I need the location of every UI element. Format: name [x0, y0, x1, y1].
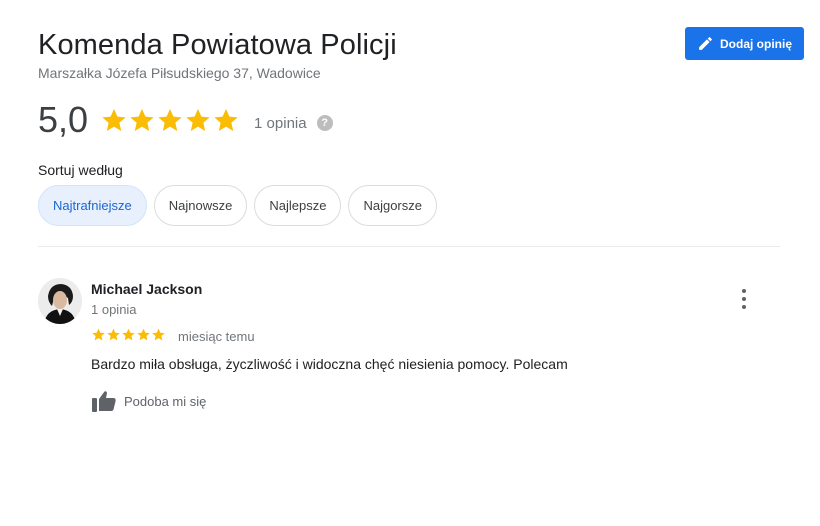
sort-chip-best[interactable]: Najlepsze	[254, 185, 342, 226]
review-count: 1 opinia	[254, 114, 307, 132]
sort-chip-newest[interactable]: Najnowsze	[153, 185, 248, 226]
star-icon	[186, 108, 210, 131]
more-vertical-icon[interactable]	[736, 288, 752, 310]
pencil-icon	[699, 37, 712, 50]
divider	[38, 246, 780, 247]
sort-chip-relevant[interactable]: Najtrafniejsze	[38, 185, 147, 226]
star-icon	[158, 108, 182, 131]
like-label: Podoba mi się	[124, 393, 207, 409]
sort-label: Sortuj według	[38, 162, 123, 178]
place-address: Marszałka Józefa Piłsudskiego 37, Wadowi…	[38, 65, 321, 81]
star-icon	[130, 108, 154, 131]
star-icon	[122, 328, 135, 341]
star-icon	[102, 108, 126, 131]
place-title: Komenda Powiatowa Policji	[38, 29, 397, 61]
star-icon	[137, 328, 150, 341]
star-icon	[214, 108, 238, 131]
star-icon	[92, 328, 105, 341]
rating-summary: 5,0 1 opinia ?	[38, 100, 333, 140]
avatar-image	[38, 278, 82, 324]
reviewer-name[interactable]: Michael Jackson	[91, 281, 202, 297]
review-stars	[91, 327, 166, 342]
review-time: miesiąc temu	[178, 329, 255, 344]
like-button[interactable]: Podoba mi się	[91, 389, 206, 413]
rating-stars	[100, 106, 240, 134]
add-review-label: Dodaj opinię	[720, 36, 792, 51]
sort-options: Najtrafniejsze Najnowsze Najlepsze Najgo…	[38, 185, 437, 226]
sort-chip-worst[interactable]: Najgorsze	[348, 185, 437, 226]
add-review-button[interactable]: Dodaj opinię	[685, 27, 804, 60]
reviewer-review-count: 1 opinia	[91, 302, 137, 317]
avatar[interactable]	[38, 278, 82, 324]
thumbs-up-icon	[92, 391, 116, 412]
star-icon	[152, 328, 165, 341]
place-header: Komenda Powiatowa Policji Marszałka Józe…	[38, 28, 778, 81]
star-icon	[107, 328, 120, 341]
rating-value: 5,0	[38, 99, 89, 140]
review-text: Bardzo miła obsługa, życzliwość i widocz…	[91, 356, 568, 372]
question-circle-icon[interactable]: ?	[316, 115, 333, 131]
